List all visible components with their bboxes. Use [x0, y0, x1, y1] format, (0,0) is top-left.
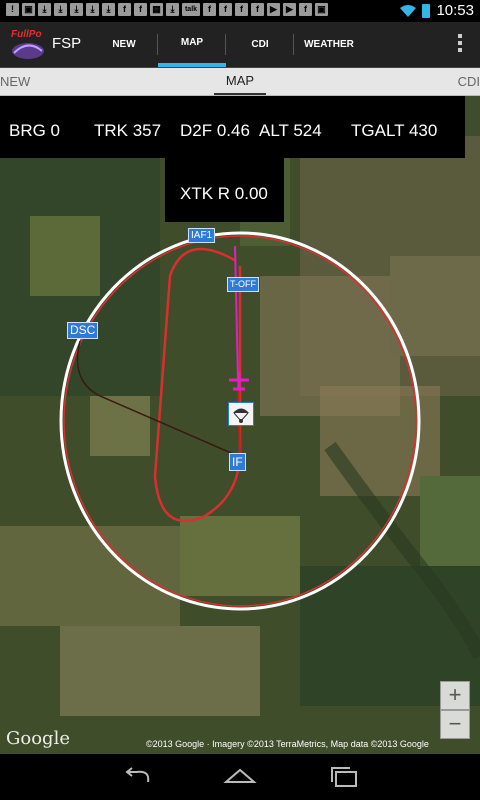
facebook-icon: f: [134, 3, 147, 16]
tab-weather[interactable]: WEATHER: [294, 22, 364, 67]
pager-current-label: MAP: [214, 68, 266, 95]
tab-cdi[interactable]: CDI: [226, 22, 294, 67]
download-icon: ⤓: [102, 3, 115, 16]
talk-icon: talk: [182, 3, 200, 16]
map-view[interactable]: BRG 0 TRK 357 D2F 0.46 ALT 524 TGALT 430…: [0, 96, 480, 754]
facebook-icon: f: [251, 3, 264, 16]
pager-prev-label[interactable]: NEW: [0, 74, 30, 89]
facebook-icon: f: [235, 3, 248, 16]
wifi-icon: [400, 4, 417, 17]
image-icon: ▣: [22, 3, 35, 16]
app-title: FSP: [52, 35, 82, 52]
overflow-menu-icon[interactable]: [458, 34, 462, 52]
system-nav-bar: [0, 754, 480, 800]
facebook-icon: f: [299, 3, 312, 16]
tgalt-readout: TGALT 430: [351, 121, 438, 140]
download-icon: ⤓: [86, 3, 99, 16]
download-icon: ⤓: [54, 3, 67, 16]
nav-info-panel: BRG 0 TRK 357 D2F 0.46 ALT 524 TGALT 430: [0, 96, 465, 158]
pager-next-label[interactable]: CDI: [458, 74, 480, 89]
waypoint-iaf[interactable]: IAF1: [188, 228, 216, 243]
download-icon: ⤓: [38, 3, 51, 16]
waypoint-dsc[interactable]: DSC: [67, 322, 99, 339]
alt-readout: ALT 524: [259, 121, 322, 140]
page-indicator: NEW MAP CDI: [0, 68, 480, 96]
status-right: 10:53: [400, 2, 474, 19]
status-bar: ! ▣ ⤓ ⤓ ⤓ ⤓ ⤓ f f ▦ ⤓ talk f f f f ▶ ▶ f ▣ 10:53: [0, 0, 480, 22]
download-icon: ⤓: [70, 3, 83, 16]
recent-apps-icon[interactable]: [324, 764, 364, 790]
zoom-controls: + −: [440, 681, 470, 739]
xtk-panel: XTK R 0.00: [165, 158, 284, 222]
d2f-readout: D2F 0.46: [180, 121, 250, 140]
download-icon: ⤓: [166, 3, 179, 16]
tab-bar: NEW MAP CDI WEATHER: [90, 22, 364, 67]
action-bar: FullPo FSP NEW MAP CDI WEATHER: [0, 22, 480, 68]
home-icon[interactable]: [220, 764, 260, 790]
parachute-icon[interactable]: [228, 402, 254, 426]
facebook-icon: f: [203, 3, 216, 16]
zoom-out-button[interactable]: −: [440, 710, 470, 739]
xtk-readout: XTK R 0.00: [180, 184, 268, 203]
facebook-icon: f: [219, 3, 232, 16]
zoom-in-button[interactable]: +: [440, 681, 470, 710]
map-copyright: ©2013 Google · Imagery ©2013 TerraMetric…: [146, 739, 429, 749]
media-icon: ▶: [283, 3, 296, 16]
image-icon: ▣: [315, 3, 328, 16]
back-icon[interactable]: [118, 764, 158, 790]
trk-readout: TRK 357: [94, 121, 162, 140]
google-logo: Google: [6, 728, 70, 749]
waypoint-toff[interactable]: T-OFF: [227, 277, 259, 292]
tab-new[interactable]: NEW: [90, 22, 158, 67]
waypoint-if[interactable]: IF: [229, 453, 246, 471]
facebook-icon: f: [118, 3, 131, 16]
battery-icon: [422, 3, 431, 18]
brg-readout: BRG 0: [9, 121, 61, 140]
notif-alert-icon: !: [6, 3, 19, 16]
media-icon: ▶: [267, 3, 280, 16]
app-logo[interactable]: FullPo: [8, 25, 48, 63]
tab-map[interactable]: MAP: [158, 22, 226, 67]
calendar-icon: ▦: [150, 3, 163, 16]
logo-text: FullPo: [11, 29, 42, 40]
clock: 10:53: [436, 2, 474, 19]
notification-icons: ! ▣ ⤓ ⤓ ⤓ ⤓ ⤓ f f ▦ ⤓ talk f f f f ▶ ▶ f ▣: [6, 3, 328, 16]
